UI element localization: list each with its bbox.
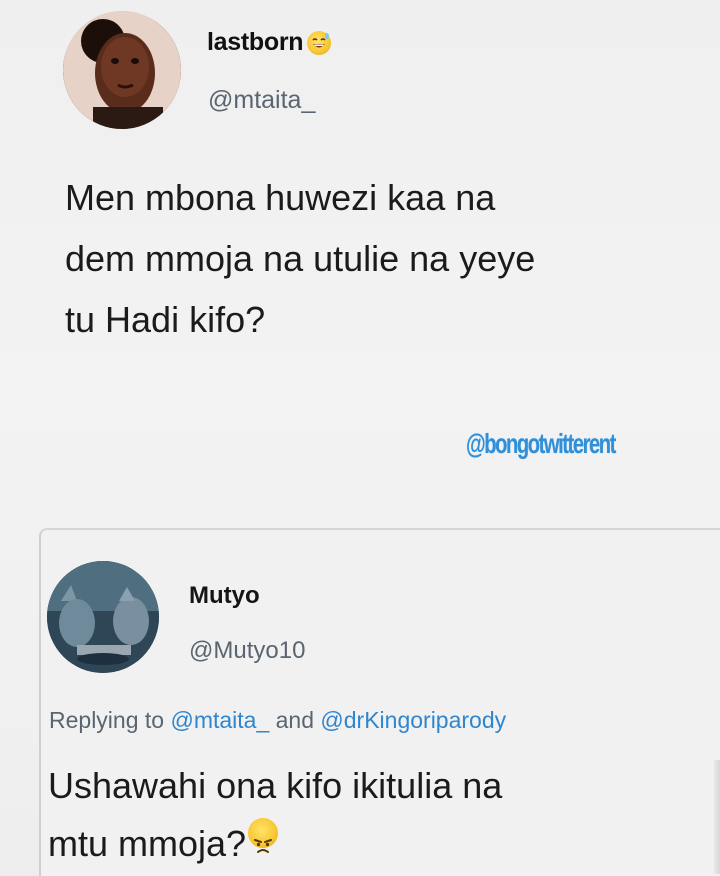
reply-author-avatar[interactable]	[47, 561, 159, 673]
tweet-text-line: Men mbona huwezi kaa na	[65, 177, 496, 218]
grinning-sweat-emoji-icon	[307, 30, 332, 55]
author-display-name[interactable]: lastborn	[207, 28, 304, 57]
author-avatar[interactable]	[63, 11, 181, 129]
author-avatar-image	[63, 11, 181, 129]
reply-text-line: Ushawahi ona kifo ikitulia na	[48, 765, 503, 806]
replying-to-label: Replying to	[49, 707, 165, 733]
grumpy-face-emoji-icon	[248, 818, 279, 853]
card-edge-shadow	[714, 760, 720, 874]
author-handle[interactable]: @mtaita_	[208, 86, 315, 115]
mention-link[interactable]: @mtaita_	[170, 707, 269, 733]
tweet: lastborn @mtaita_ Men mbona huwezi kaa n…	[0, 0, 720, 520]
replying-joiner: and	[275, 707, 315, 733]
screenshot-background: lastborn @mtaita_ Men mbona huwezi kaa n…	[0, 0, 720, 876]
reply-author-display-name[interactable]: Mutyo	[189, 582, 260, 610]
reply-text: Ushawahi ona kifo ikitulia na mtu mmoja?	[48, 757, 688, 873]
replying-to-line: Replying to @mtaita_ and @drKingoriparod…	[49, 707, 506, 734]
watermark-text: @bongotwitterent	[466, 428, 616, 459]
tweet-text-line: tu Hadi kifo?	[65, 299, 266, 340]
mention-link[interactable]: @drKingoriparody	[320, 707, 506, 733]
tweet-text: Men mbona huwezi kaa na dem mmoja na utu…	[65, 167, 705, 350]
reply-author-avatar-image	[47, 561, 159, 673]
author-name-row: lastborn	[207, 28, 332, 57]
tweet-text-line: dem mmoja na utulie na yeye	[65, 238, 536, 279]
reply-text-line: mtu mmoja?	[48, 823, 247, 864]
reply-author-handle[interactable]: @Mutyo10	[189, 637, 305, 665]
